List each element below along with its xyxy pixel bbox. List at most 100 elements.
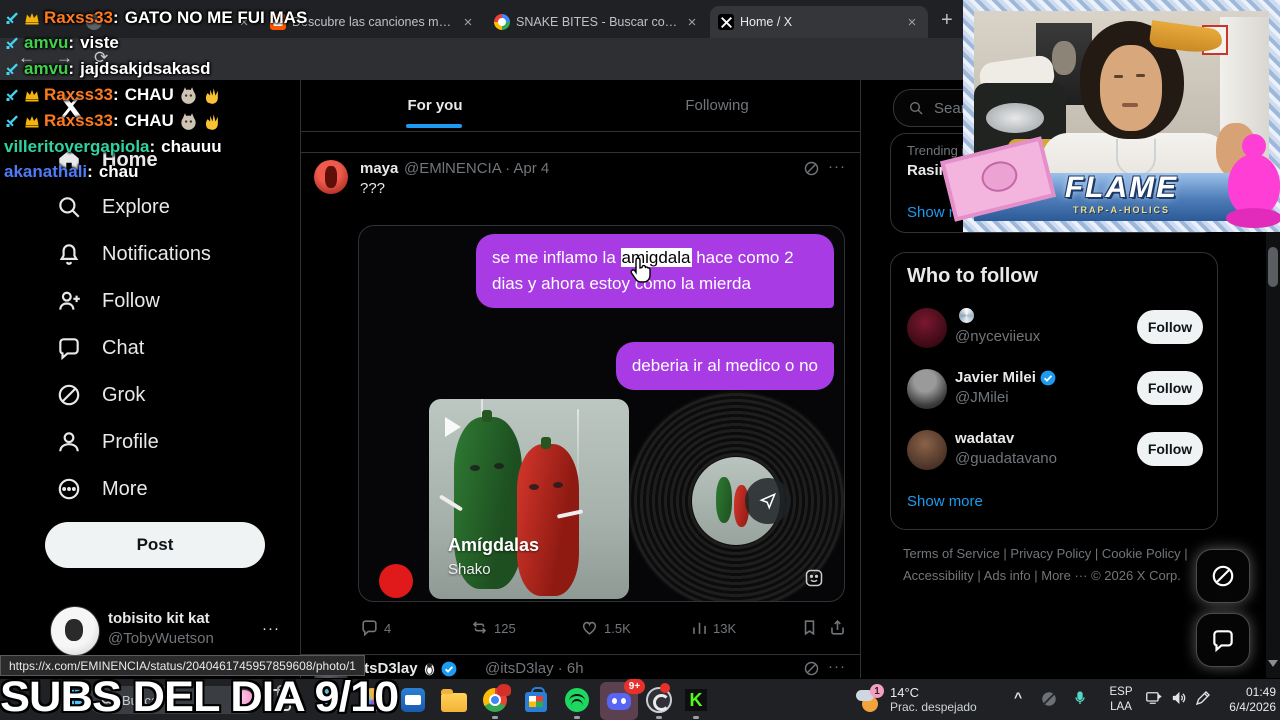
- new-tab-button[interactable]: +: [941, 9, 953, 32]
- taskbar-spotify[interactable]: [563, 686, 591, 714]
- verified-badge-icon: [441, 661, 456, 676]
- weather-description[interactable]: Prac. despejado: [890, 700, 977, 714]
- sidebar-item-explore[interactable]: Explore: [48, 187, 278, 227]
- chat-bubble-icon: [1213, 630, 1233, 653]
- cd-emoji-icon: [959, 308, 974, 323]
- reply-icon[interactable]: [360, 618, 379, 637]
- tweet-menu-icon[interactable]: ···: [828, 658, 846, 675]
- avatar[interactable]: [314, 160, 348, 194]
- sidebar-item-more[interactable]: More: [48, 469, 278, 509]
- person-add-icon: [59, 291, 80, 310]
- account-switcher[interactable]: tobisito kit kat @TobyWuetson ···: [44, 602, 279, 662]
- chrome-icon: [483, 684, 511, 712]
- tab-close-icon[interactable]: ×: [904, 14, 920, 31]
- store-icon: [525, 686, 547, 712]
- scrollbar-down-arrow[interactable]: [1268, 660, 1278, 667]
- repost-count: 125: [494, 621, 516, 636]
- red-pepper: [517, 437, 584, 596]
- tray-expand-icon[interactable]: ^: [1014, 689, 1022, 705]
- taskbar-kick[interactable]: [682, 686, 710, 714]
- tweet-media[interactable]: se me inflamo la amigdala hace como 2 di…: [358, 225, 845, 602]
- volume-icon[interactable]: [1170, 689, 1189, 707]
- discord-icon: [607, 692, 631, 710]
- headlight: [986, 103, 1044, 133]
- tab-close-icon[interactable]: ×: [460, 14, 476, 31]
- cast-screen-icon[interactable]: [1144, 689, 1163, 707]
- avatar: [50, 606, 100, 656]
- like-icon[interactable]: [580, 618, 599, 637]
- taskbar-file-explorer[interactable]: [440, 686, 468, 714]
- suggested-user[interactable]: @nyceviieux Follow: [907, 305, 1203, 351]
- grok-actions-icon[interactable]: [803, 660, 820, 677]
- clock[interactable]: 01:49 6/4/2026: [1216, 685, 1276, 715]
- tweet-author-meta[interactable]: @EMlNENCIA · Apr 4: [404, 160, 549, 177]
- language-indicator[interactable]: ESP LAA: [1104, 685, 1138, 715]
- grok-icon: [58, 384, 80, 406]
- discord-notification-badge: 9+: [624, 679, 645, 694]
- chat-bubble-icon: [59, 338, 79, 361]
- browser-tab-x-active[interactable]: Home / X ×: [710, 6, 928, 38]
- chat-message: amvu jajdsakjdsakasd: [4, 59, 211, 79]
- rail-footer[interactable]: Terms of Service | Privacy Policy | Cook…: [903, 543, 1203, 587]
- display-off-icon[interactable]: [1040, 690, 1058, 708]
- follow-button[interactable]: Follow: [1137, 371, 1203, 405]
- person-icon: [59, 432, 79, 452]
- suggested-user[interactable]: wadatav @guadatavano Follow: [907, 427, 1203, 473]
- tweet-author-name[interactable]: maya: [360, 160, 398, 177]
- footer-links-line2[interactable]: Accessibility | Ads info | More ··· © 20…: [903, 565, 1203, 587]
- sticker-icon: [804, 568, 824, 588]
- obs-recording-dot: [660, 683, 670, 693]
- post-button[interactable]: Post: [45, 522, 265, 568]
- follow-button[interactable]: Follow: [1137, 310, 1203, 344]
- sidebar-item-follow[interactable]: Follow: [48, 281, 278, 321]
- verified-badge-icon: [1040, 370, 1056, 385]
- tab-for-you[interactable]: For you: [379, 97, 491, 114]
- weather-temperature[interactable]: 14°C: [890, 685, 919, 700]
- who-to-follow-card: Who to follow @nyceviieux Follow Javier …: [890, 252, 1218, 530]
- share-icon[interactable]: [828, 618, 847, 637]
- sidebar-item-notifications[interactable]: Notifications: [48, 234, 278, 274]
- grok-floating-button[interactable]: [1196, 549, 1250, 603]
- weather-widget[interactable]: 1: [856, 684, 884, 714]
- folder-icon: [441, 688, 467, 712]
- divider: [301, 152, 860, 153]
- weather-alert-badge: 1: [870, 684, 884, 698]
- show-more-link[interactable]: Show more: [907, 493, 983, 510]
- chat-message: amvu viste: [4, 33, 119, 53]
- browser-tab-google[interactable]: SNAKE BITES - Buscar con Goo ×: [486, 6, 708, 38]
- tab-close-icon[interactable]: ×: [684, 14, 700, 31]
- taskbar-outlook[interactable]: [399, 686, 427, 714]
- tab-following[interactable]: Following: [661, 97, 773, 114]
- grok-actions-icon[interactable]: [803, 160, 820, 177]
- mod-sword-icon: [6, 12, 18, 24]
- bookmark-icon[interactable]: [800, 618, 819, 637]
- dm-share-button[interactable]: [745, 478, 791, 524]
- spotify-icon: [565, 688, 589, 712]
- account-menu-icon[interactable]: ···: [262, 620, 280, 637]
- taskbar-chrome[interactable]: [481, 684, 511, 714]
- microphone-icon[interactable]: [1072, 688, 1088, 708]
- follow-button[interactable]: Follow: [1137, 432, 1203, 466]
- banner-subtitle: TRAP-A-HOLICS: [1073, 205, 1170, 215]
- messages-floating-button[interactable]: [1196, 613, 1250, 667]
- sidebar-item-chat[interactable]: Chat: [48, 328, 278, 368]
- vip-crown-icon: [25, 116, 39, 128]
- sidebar-item-grok[interactable]: Grok: [48, 375, 278, 415]
- play-icon[interactable]: [445, 417, 461, 437]
- tweet-menu-icon[interactable]: ···: [828, 158, 846, 175]
- taskbar-store[interactable]: [522, 686, 550, 714]
- red-dot-overlay: [379, 564, 413, 598]
- avatar: [907, 308, 947, 348]
- suggested-user[interactable]: Javier Milei @JMilei Follow: [907, 366, 1203, 412]
- tweet-author-meta[interactable]: @itsD3lay · 6h: [485, 660, 584, 677]
- views-icon[interactable]: [690, 618, 709, 637]
- pen-icon[interactable]: [1194, 689, 1212, 707]
- scrollbar-thumb[interactable]: [1268, 247, 1278, 287]
- album-art: Amígdalas Shako: [429, 399, 629, 599]
- pink-buddha-overlay: [1226, 134, 1280, 230]
- date: 6/4/2026: [1229, 700, 1276, 714]
- vip-crown-icon: [25, 13, 39, 25]
- footer-links-line1[interactable]: Terms of Service | Privacy Policy | Cook…: [903, 543, 1203, 565]
- sidebar-item-profile[interactable]: Profile: [48, 422, 278, 462]
- repost-icon[interactable]: [470, 618, 489, 637]
